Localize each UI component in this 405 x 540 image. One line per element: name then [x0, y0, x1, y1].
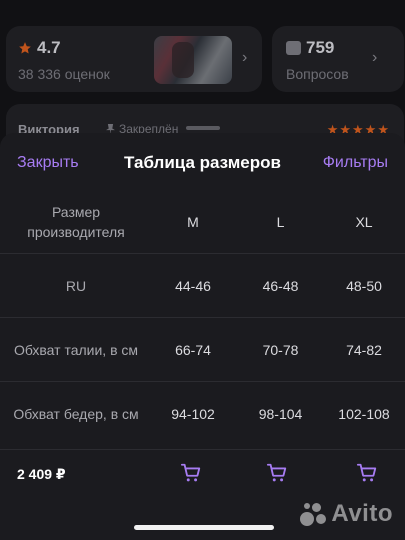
price-label: 2 409 ₽ — [17, 466, 66, 482]
table-row: Обхват талии, в см 66-74 70-78 74-82 — [0, 317, 405, 381]
review-photo-thumbnail[interactable] — [154, 36, 232, 84]
table-row: Обхват бедер, в см 94-102 98-104 102-108 — [0, 381, 405, 445]
questions-summary: 759 — [286, 38, 334, 58]
table-header-row: Размер производителя M L XL — [0, 191, 405, 253]
table-header-label: Размер производителя — [27, 204, 125, 240]
add-to-cart-icon[interactable] — [356, 462, 378, 484]
avito-logo-icon — [300, 501, 327, 527]
rating-summary: 4.7 — [18, 38, 61, 58]
table-cell: 48-50 — [346, 277, 382, 294]
rating-value: 4.7 — [37, 38, 61, 57]
rating-card[interactable]: 4.7 38 336 оценок › — [6, 26, 262, 92]
add-to-cart-icon[interactable] — [180, 462, 202, 484]
table-cell: 44-46 — [175, 277, 211, 294]
home-indicator[interactable] — [134, 525, 274, 530]
chevron-right-icon: › — [242, 49, 248, 66]
filters-button[interactable]: Фильтры — [323, 154, 388, 172]
sheet-drag-handle[interactable] — [186, 126, 220, 130]
row-label: Обхват талии, в см — [13, 341, 139, 358]
table-cell: 98-104 — [258, 405, 303, 422]
table-cell: 66-74 — [175, 341, 211, 358]
questions-card[interactable]: 759 Вопросов › — [272, 26, 404, 92]
table-row: RU 44-46 46-48 48-50 — [0, 253, 405, 317]
question-bubble-icon — [286, 41, 301, 55]
sheet-header: Закрыть Таблица размеров Фильтры — [0, 133, 405, 191]
reviews-count: 38 336 оценок — [18, 66, 110, 82]
questions-label: Вопросов — [286, 66, 349, 82]
size-chart-sheet: Закрыть Таблица размеров Фильтры Размер … — [0, 133, 405, 540]
table-cell: 102-108 — [338, 405, 390, 422]
table-cell: 74-82 — [346, 341, 382, 358]
avito-wordmark: Avito — [331, 500, 393, 527]
row-label: Обхват бедер, в см — [13, 405, 139, 422]
price-row: 2 409 ₽ — [0, 449, 405, 499]
chevron-right-icon: › — [372, 49, 378, 66]
table-cell: 70-78 — [262, 341, 299, 358]
row-label: RU — [65, 277, 87, 294]
table-cell: 46-48 — [262, 277, 299, 294]
table-cell: 94-102 — [171, 405, 215, 422]
questions-count: 759 — [306, 38, 335, 57]
star-icon — [19, 42, 31, 54]
size-table: Размер производителя M L XL RU 44-46 46-… — [0, 191, 405, 445]
avito-watermark: Avito — [300, 500, 393, 528]
size-column-header: M — [187, 214, 199, 230]
size-column-header: L — [276, 214, 285, 230]
size-column-header: XL — [355, 214, 373, 230]
add-to-cart-icon[interactable] — [266, 462, 288, 484]
